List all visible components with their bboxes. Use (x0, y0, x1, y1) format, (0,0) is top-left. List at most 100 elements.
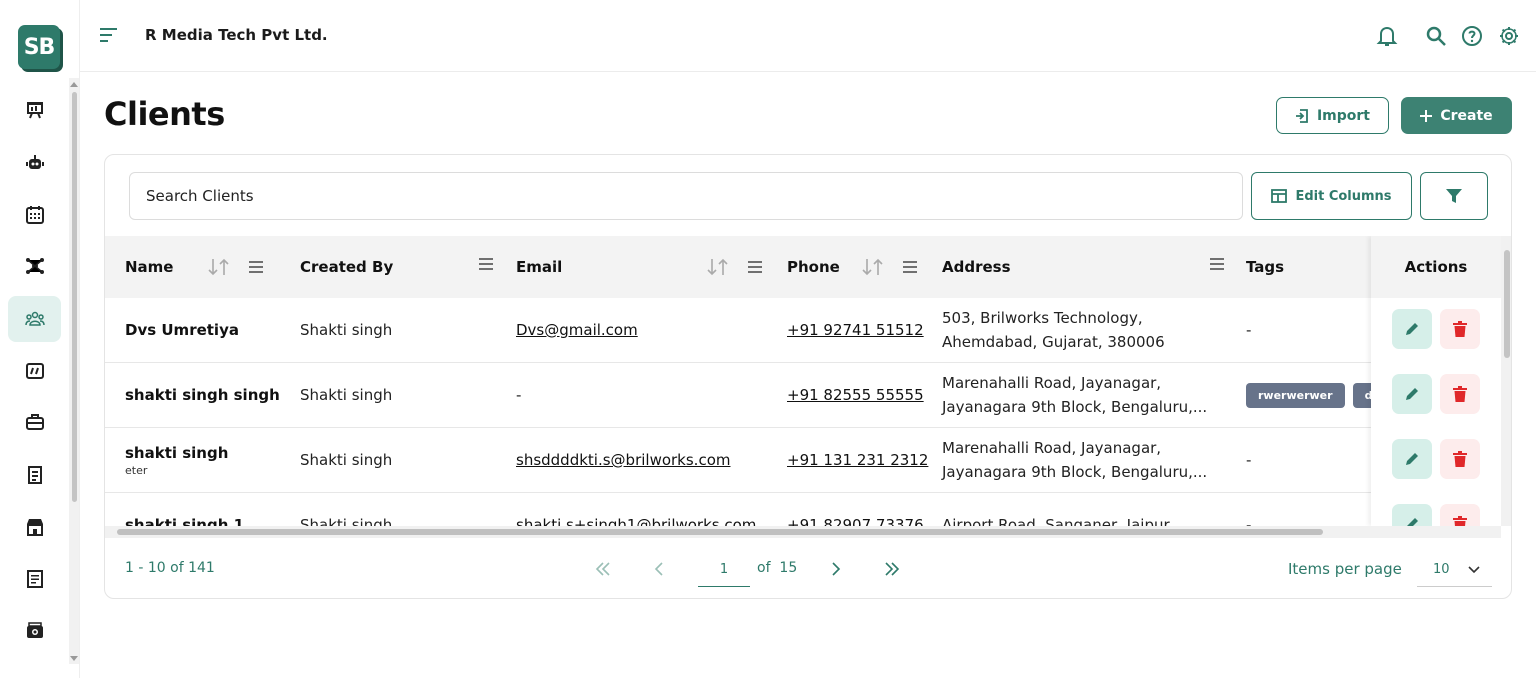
calendar-icon (25, 206, 44, 224)
sort-icon[interactable] (207, 258, 231, 276)
table-row[interactable]: shakti singh singh Shakti singh - +91 82… (105, 363, 1501, 428)
page-number-input[interactable] (698, 553, 750, 587)
import-button[interactable]: Import (1276, 97, 1389, 134)
column-header-email: Email (516, 258, 563, 276)
last-page-button[interactable] (880, 557, 904, 581)
first-page-button[interactable] (591, 557, 615, 581)
scrollbar-thumb[interactable] (117, 529, 1323, 535)
scrollbar-thumb[interactable] (1504, 250, 1510, 358)
company-name[interactable]: R Media Tech Pvt Ltd. (145, 26, 328, 44)
sidebar-scrollbar[interactable] (69, 78, 79, 664)
search-icon[interactable] (1424, 24, 1448, 48)
delete-button[interactable] (1440, 504, 1480, 526)
plus-icon (1420, 109, 1433, 122)
scroll-up-icon[interactable] (70, 82, 78, 87)
client-name[interactable]: shakti singh 1 (125, 493, 244, 526)
sidebar-item-presentation[interactable] (8, 87, 61, 133)
help-icon[interactable] (1460, 24, 1484, 48)
page-of-label: of 15 (757, 560, 798, 576)
scroll-down-icon[interactable] (70, 656, 78, 661)
create-label: Create (1440, 107, 1493, 124)
phone-link[interactable]: +91 92741 51512 (787, 321, 924, 339)
column-menu-icon[interactable] (479, 258, 493, 270)
previous-page-button[interactable] (647, 557, 671, 581)
scrollbar-thumb[interactable] (72, 92, 77, 502)
robot-icon (25, 155, 44, 169)
phone-cell: +91 131 231 2312 (787, 428, 928, 492)
client-subtitle: eter (125, 463, 148, 477)
table-row[interactable]: shakti singh 1 Shakti singh shakti.s+sin… (105, 493, 1501, 526)
sidebar-item-network[interactable] (8, 243, 61, 289)
edit-button[interactable] (1392, 504, 1432, 526)
sidebar-item-quotes[interactable] (8, 348, 61, 394)
filter-button[interactable] (1420, 172, 1488, 220)
email-link[interactable]: Dvs@gmail.com (516, 321, 638, 339)
delete-button[interactable] (1440, 439, 1480, 479)
email-cell: shsddddkti.s@brilworks.com (516, 428, 730, 492)
create-button[interactable]: Create (1401, 97, 1512, 134)
created-by: Shakti singh (300, 321, 393, 339)
email-link[interactable]: shsddddkti.s@brilworks.com (516, 451, 730, 469)
page-title: Clients (104, 95, 225, 133)
sidebar-item-robot[interactable] (8, 140, 61, 186)
document-icon (26, 570, 43, 588)
table-row[interactable]: shakti singh eter Shakti singh shsddddkti… (105, 428, 1501, 493)
bell-icon[interactable] (1375, 24, 1399, 48)
trash-icon (1453, 386, 1467, 402)
next-page-button[interactable] (824, 557, 848, 581)
phone-cell: +91 92741 51512 (787, 298, 924, 362)
menu-toggle-icon[interactable] (100, 28, 118, 42)
edit-button[interactable] (1392, 309, 1432, 349)
sidebar-item-receipts[interactable] (8, 452, 61, 498)
gear-icon[interactable] (1497, 24, 1521, 48)
client-name[interactable]: Dvs Umretiya (125, 298, 239, 362)
delete-button[interactable] (1440, 309, 1480, 349)
edit-columns-button[interactable]: Edit Columns (1251, 172, 1412, 220)
pencil-icon (1407, 518, 1418, 526)
table-horizontal-scrollbar[interactable] (105, 526, 1501, 538)
edit-button[interactable] (1392, 439, 1432, 479)
table-header: Name Created By Email Phone Address Tags (105, 236, 1501, 298)
phone-link[interactable]: +91 131 231 2312 (787, 451, 928, 469)
sidebar-item-store[interactable] (8, 504, 61, 550)
edit-button[interactable] (1392, 374, 1432, 414)
column-menu-icon[interactable] (903, 261, 917, 273)
delete-button[interactable] (1440, 374, 1480, 414)
column-menu-icon[interactable] (748, 261, 762, 273)
sort-icon[interactable] (706, 258, 730, 276)
sidebar-item-clients[interactable] (8, 296, 61, 342)
table-vertical-scrollbar[interactable] (1501, 236, 1511, 526)
sidebar-item-briefcase[interactable] (8, 399, 61, 445)
search-input[interactable] (129, 172, 1243, 220)
sort-icon[interactable] (861, 258, 885, 276)
store-icon (26, 519, 43, 536)
chevron-right-icon (832, 562, 841, 576)
column-header-phone: Phone (787, 258, 840, 276)
address-cell: Marenahalli Road, Jayanagar, Jayanagara 9… (942, 374, 1208, 416)
table-row[interactable]: Dvs Umretiya Shakti singh Dvs@gmail.com … (105, 298, 1501, 363)
items-per-page-label: Items per page (1288, 560, 1402, 578)
column-menu-icon[interactable] (249, 261, 263, 273)
phone-link[interactable]: +91 82555 55555 (787, 386, 924, 404)
sidebar-item-wallet[interactable] (8, 608, 61, 654)
sidebar-item-documents[interactable] (8, 556, 61, 602)
created-by: Shakti singh (300, 386, 393, 404)
address-cell: 503, Brilworks Technology, Ahemdabad, Guj… (942, 309, 1165, 351)
double-chevron-right-icon (885, 562, 900, 576)
app-logo[interactable]: SB (18, 25, 60, 69)
total-pages: 15 (779, 560, 798, 576)
import-icon (1295, 108, 1308, 123)
items-per-page-select[interactable]: 10 (1417, 553, 1492, 587)
tag-badge: rwerwerwer (1246, 382, 1345, 408)
tags-cell: - (1246, 451, 1252, 469)
top-bar: R Media Tech Pvt Ltd. (80, 0, 1536, 72)
sidebar-item-calendar[interactable] (8, 192, 61, 238)
column-menu-icon[interactable] (1210, 258, 1224, 270)
email-link[interactable]: shakti.s+singh1@brilworks.com (516, 516, 756, 526)
client-name[interactable]: shakti singh eter (125, 428, 228, 492)
address-cell: Airport Road, Sanganer, Jaipur, (942, 516, 1175, 526)
double-chevron-left-icon (595, 562, 610, 576)
phone-link[interactable]: +91 82907 73376 (787, 516, 924, 526)
column-header-tags: Tags (1246, 258, 1285, 276)
client-name[interactable]: shakti singh singh (125, 363, 280, 427)
